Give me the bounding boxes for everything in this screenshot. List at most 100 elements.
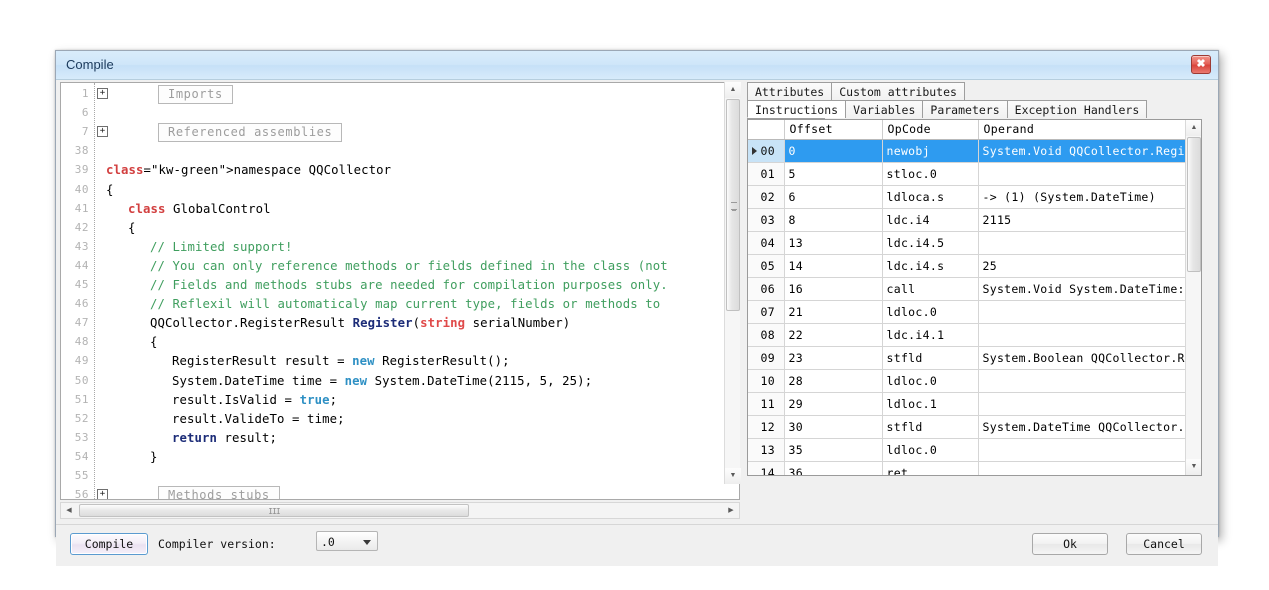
cell-offset[interactable]: 22 [784,323,882,346]
grid-scroll-down-icon[interactable]: ▼ [1186,459,1202,475]
table-row[interactable]: 1028ldloc.0 [748,369,1186,392]
tab-instructions[interactable]: Instructions [747,100,846,118]
table-row[interactable]: 0822ldc.i4.1 [748,323,1186,346]
cell-opcode[interactable]: ldloca.s [882,185,978,208]
code-line[interactable]: { [106,183,114,197]
table-row[interactable]: 015stloc.0 [748,162,1186,185]
code-line[interactable]: // Limited support! [150,240,293,254]
code-line[interactable]: result.IsValid = true; [172,393,337,407]
cell-opcode[interactable]: ldc.i4.1 [882,323,978,346]
row-index-cell[interactable]: 07 [748,300,784,323]
table-row[interactable]: 1335ldloc.0 [748,438,1186,461]
cell-offset[interactable]: 35 [784,438,882,461]
row-index-cell[interactable]: 12 [748,415,784,438]
cell-offset[interactable]: 28 [784,369,882,392]
code-line[interactable]: // You can only reference methods or fie… [150,259,668,273]
table-row[interactable]: 0721ldloc.0 [748,300,1186,323]
expand-icon[interactable]: + [97,489,108,500]
scroll-left-icon[interactable]: ◀ [61,503,77,518]
cell-offset[interactable]: 5 [784,162,882,185]
code-line[interactable]: { [150,335,158,349]
table-row[interactable]: 000newobjSystem.Void QQCollector.Regi... [748,139,1186,162]
cell-operand[interactable]: 2115 [978,208,1186,231]
row-index-cell[interactable]: 03 [748,208,784,231]
code-line[interactable]: RegisterResult result = new RegisterResu… [172,354,510,368]
table-row[interactable]: 0616callSystem.Void System.DateTime:... [748,277,1186,300]
table-row[interactable]: 0923stfldSystem.Boolean QQCollector.R... [748,346,1186,369]
expand-icon[interactable]: + [97,126,108,137]
cell-opcode[interactable]: ret [882,461,978,476]
col-header-index[interactable] [748,120,784,139]
table-row[interactable]: 1230stfldSystem.DateTime QQCollector.... [748,415,1186,438]
row-index-cell[interactable]: 06 [748,277,784,300]
cell-opcode[interactable]: stfld [882,346,978,369]
row-index-cell[interactable]: 01 [748,162,784,185]
cell-offset[interactable]: 30 [784,415,882,438]
table-row[interactable]: 026ldloca.s-> (1) (System.DateTime) [748,185,1186,208]
cell-operand[interactable] [978,369,1186,392]
table-row[interactable]: 038ldc.i42115 [748,208,1186,231]
cell-offset[interactable]: 21 [784,300,882,323]
cell-operand[interactable]: -> (1) (System.DateTime) [978,185,1186,208]
cell-opcode[interactable]: ldloc.0 [882,300,978,323]
cell-operand[interactable] [978,323,1186,346]
cell-operand[interactable] [978,392,1186,415]
scroll-right-icon[interactable]: ▶ [723,503,739,518]
cell-offset[interactable]: 0 [784,139,882,162]
table-row[interactable]: 0413ldc.i4.5 [748,231,1186,254]
code-line[interactable]: class="kw-green">namespace QQCollector [106,163,391,177]
code-line[interactable]: class GlobalControl [128,202,271,216]
cell-opcode[interactable]: ldloc.1 [882,392,978,415]
cell-operand[interactable] [978,461,1186,476]
code-line[interactable]: System.DateTime time = new System.DateTi… [172,374,592,388]
cancel-button[interactable]: Cancel [1126,533,1202,555]
cell-offset[interactable]: 16 [784,277,882,300]
ok-button[interactable]: Ok [1032,533,1108,555]
code-line[interactable]: QQCollector.RegisterResult Register(stri… [150,316,570,330]
cell-opcode[interactable]: stfld [882,415,978,438]
row-index-cell[interactable]: 00 [748,139,784,162]
tab-attributes[interactable]: Attributes [747,82,832,100]
close-icon[interactable]: ✖ [1191,55,1211,74]
cell-offset[interactable]: 23 [784,346,882,369]
table-row[interactable]: 1129ldloc.1 [748,392,1186,415]
cell-opcode[interactable]: call [882,277,978,300]
grid-vertical-scrollbar[interactable]: ▲ ▼ [1185,120,1201,475]
editor-hscroll-thumb[interactable] [79,504,469,517]
cell-operand[interactable] [978,300,1186,323]
grid-vscroll-thumb[interactable] [1187,137,1201,272]
collapsed-region[interactable]: Methods stubs [158,486,280,500]
row-index-cell[interactable]: 09 [748,346,784,369]
cell-offset[interactable]: 13 [784,231,882,254]
tab-exception-handlers[interactable]: Exception Handlers [1007,100,1148,118]
cell-operand[interactable] [978,231,1186,254]
editor-vertical-scrollbar[interactable]: ▲ ▼ [724,82,740,484]
col-header-operand[interactable]: Operand [978,120,1186,139]
row-index-cell[interactable]: 13 [748,438,784,461]
cell-operand[interactable]: System.Void System.DateTime:... [978,277,1186,300]
tab-parameters[interactable]: Parameters [922,100,1007,118]
grid-scroll-up-icon[interactable]: ▲ [1186,120,1202,136]
scroll-down-icon[interactable]: ▼ [725,468,741,484]
cell-opcode[interactable]: stloc.0 [882,162,978,185]
cell-opcode[interactable]: ldc.i4 [882,208,978,231]
cell-operand[interactable] [978,162,1186,185]
editor-horizontal-scrollbar[interactable]: ◀ ▶ [60,502,740,519]
collapsed-region[interactable]: Imports [158,85,233,104]
table-row[interactable]: 1436ret [748,461,1186,476]
compiler-version-dropdown[interactable]: .0 [316,531,378,551]
tab-variables[interactable]: Variables [845,100,923,118]
cell-offset[interactable]: 29 [784,392,882,415]
cell-operand[interactable]: System.DateTime QQCollector.... [978,415,1186,438]
code-line[interactable]: { [128,221,136,235]
cell-offset[interactable]: 36 [784,461,882,476]
cell-operand[interactable]: 25 [978,254,1186,277]
table-row[interactable]: 0514ldc.i4.s25 [748,254,1186,277]
instructions-grid[interactable]: Offset OpCode Operand 000newobjSystem.Vo… [747,119,1202,476]
editor-vscroll-thumb[interactable] [726,99,740,311]
row-index-cell[interactable]: 11 [748,392,784,415]
cell-opcode[interactable]: ldc.i4.5 [882,231,978,254]
code-editor[interactable]: 1673839404142434445464748495051525354555… [60,82,740,500]
scroll-up-icon[interactable]: ▲ [725,82,741,98]
row-index-cell[interactable]: 10 [748,369,784,392]
